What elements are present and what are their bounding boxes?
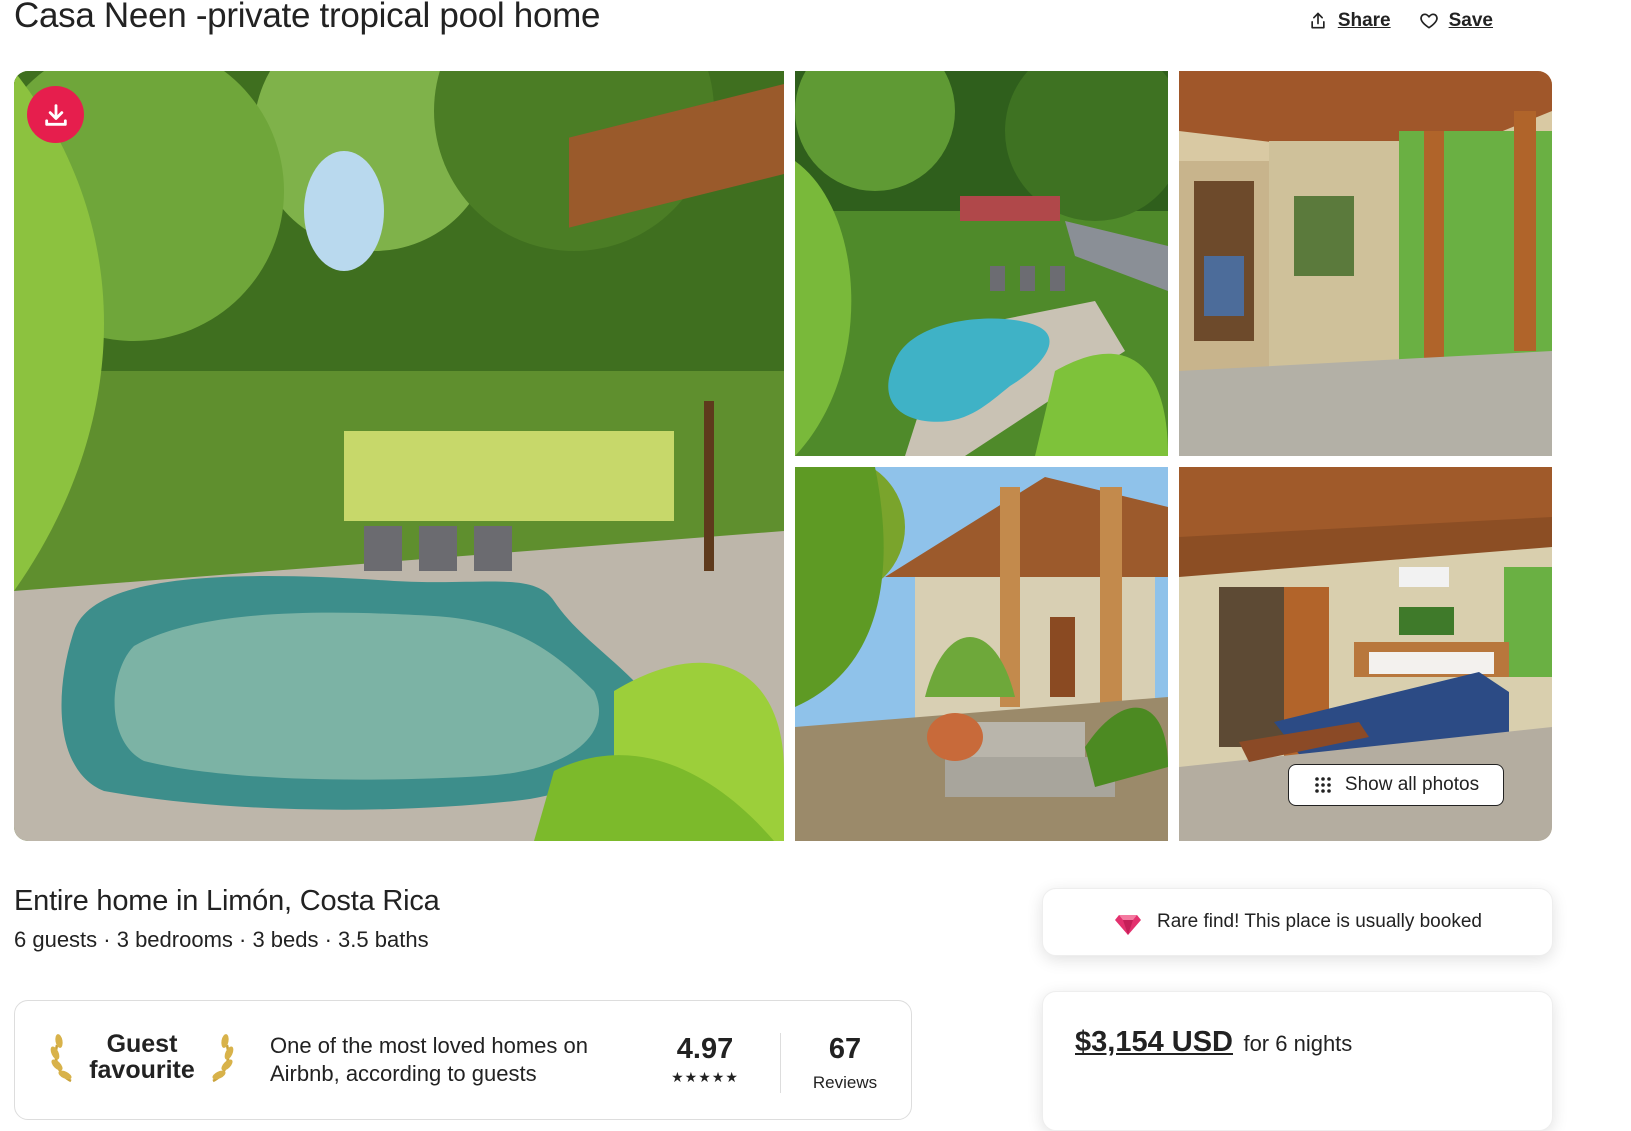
save-label: Save xyxy=(1448,10,1493,31)
booking-card: $3,154 USD for 6 nights xyxy=(1042,991,1553,1131)
heart-icon xyxy=(1419,13,1438,29)
share-label: Share xyxy=(1337,10,1391,31)
listing-title: Casa Neen -private tropical pool home xyxy=(14,0,601,35)
rating-value: 4.97 xyxy=(676,1033,734,1065)
gem-icon xyxy=(1115,915,1142,935)
badge-line2: favourite xyxy=(89,1056,195,1084)
guest-favourite-card[interactable]: Guest favourite One of the most loved ho… xyxy=(14,1000,912,1120)
reviews-count: 67 xyxy=(828,1033,862,1065)
download-button[interactable] xyxy=(27,86,84,143)
guest-favourite-badge: Guest favourite xyxy=(79,1031,205,1083)
show-all-label: Show all photos xyxy=(1344,774,1480,795)
reviews-link[interactable]: 67 Reviews xyxy=(795,1033,895,1093)
photo-gallery xyxy=(14,71,1552,841)
badge-line1: Guest xyxy=(106,1030,178,1058)
photo-open-corridor[interactable] xyxy=(1179,71,1552,456)
price-total[interactable]: $3,154 USD xyxy=(1075,1026,1233,1058)
header-actions: Share Save xyxy=(1308,10,1493,32)
guest-favourite-description: One of the most loved homes on Airbnb, a… xyxy=(270,1033,588,1086)
photo-pool-garden[interactable] xyxy=(14,71,784,841)
price-line: $3,154 USD for 6 nights xyxy=(1075,1026,1352,1059)
download-icon xyxy=(44,103,67,126)
divider xyxy=(780,1033,781,1093)
show-all-photos-button[interactable]: Show all photos xyxy=(1288,764,1504,806)
price-period: for 6 nights xyxy=(1243,1031,1353,1056)
rare-find-card: Rare find! This place is usually booked xyxy=(1042,888,1553,956)
reviews-label: Reviews xyxy=(812,1073,878,1092)
rare-find-text: Rare find! This place is usually booked xyxy=(1157,911,1482,932)
laurel-icon xyxy=(212,1034,234,1083)
save-button[interactable]: Save xyxy=(1419,10,1493,32)
share-button[interactable]: Share xyxy=(1308,10,1391,32)
grid-icon xyxy=(1315,777,1331,793)
listing-subtitle: Entire home in Limón, Costa Rica xyxy=(14,885,440,917)
listing-details: 6 guests · 3 bedrooms · 3 beds · 3.5 bat… xyxy=(14,927,429,952)
photo-house-exterior[interactable] xyxy=(795,467,1168,841)
rating-block: 4.97 ★★★★★ xyxy=(655,1033,755,1086)
share-icon xyxy=(1311,12,1325,29)
photo-pool-aerial[interactable] xyxy=(795,71,1168,456)
laurel-icon xyxy=(50,1034,72,1083)
star-rating: ★★★★★ xyxy=(671,1069,739,1085)
